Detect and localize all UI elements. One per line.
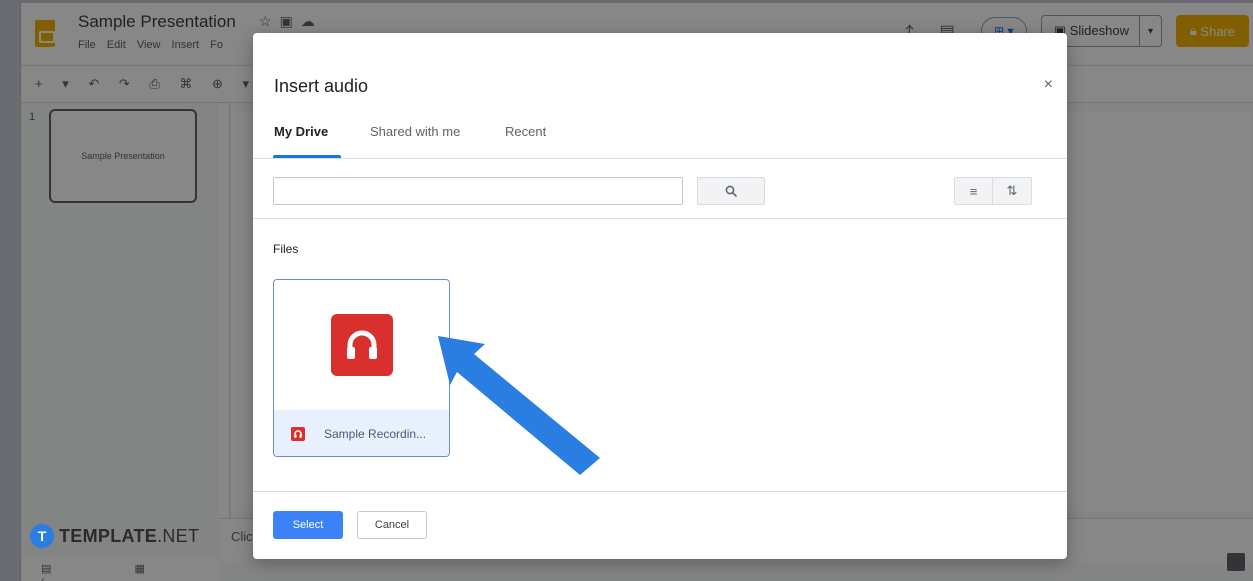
audio-file-icon — [291, 427, 305, 441]
search-row: ≡ ⇅ — [253, 159, 1067, 219]
tab-my-drive[interactable]: My Drive — [274, 124, 328, 139]
dialog-tabs: My Drive Shared with me Recent — [253, 121, 1067, 159]
cancel-button[interactable]: Cancel — [357, 511, 427, 539]
insert-audio-dialog: Insert audio × My Drive Shared with me R… — [253, 33, 1067, 559]
search-button[interactable] — [697, 177, 765, 205]
close-icon[interactable]: × — [1044, 76, 1053, 94]
template-net-watermark: T TEMPLATE.NET — [30, 524, 199, 548]
list-view-icon[interactable]: ≡ — [955, 178, 993, 204]
active-tab-indicator — [273, 155, 341, 158]
watermark-logo-icon: T — [30, 524, 54, 548]
annotation-arrow-icon — [438, 336, 600, 475]
dialog-title: Insert audio — [274, 76, 369, 96]
dialog-footer: Select Cancel — [253, 491, 1067, 559]
files-section-label: Files — [273, 242, 299, 256]
file-card-sample-recording[interactable]: Sample Recordin... — [273, 279, 450, 457]
select-button[interactable]: Select — [273, 511, 343, 539]
headphones-icon — [331, 314, 393, 376]
watermark-text: TEMPLATE.NET — [59, 525, 200, 546]
view-toggle: ≡ ⇅ — [954, 177, 1032, 205]
tab-shared-with-me[interactable]: Shared with me — [370, 124, 460, 139]
file-name: Sample Recordin... — [324, 427, 427, 441]
sort-icon[interactable]: ⇅ — [993, 178, 1031, 204]
file-footer: Sample Recordin... — [274, 410, 449, 456]
file-thumbnail — [274, 280, 449, 410]
search-input[interactable] — [273, 177, 683, 205]
search-icon — [725, 185, 737, 197]
tab-recent[interactable]: Recent — [505, 124, 546, 139]
